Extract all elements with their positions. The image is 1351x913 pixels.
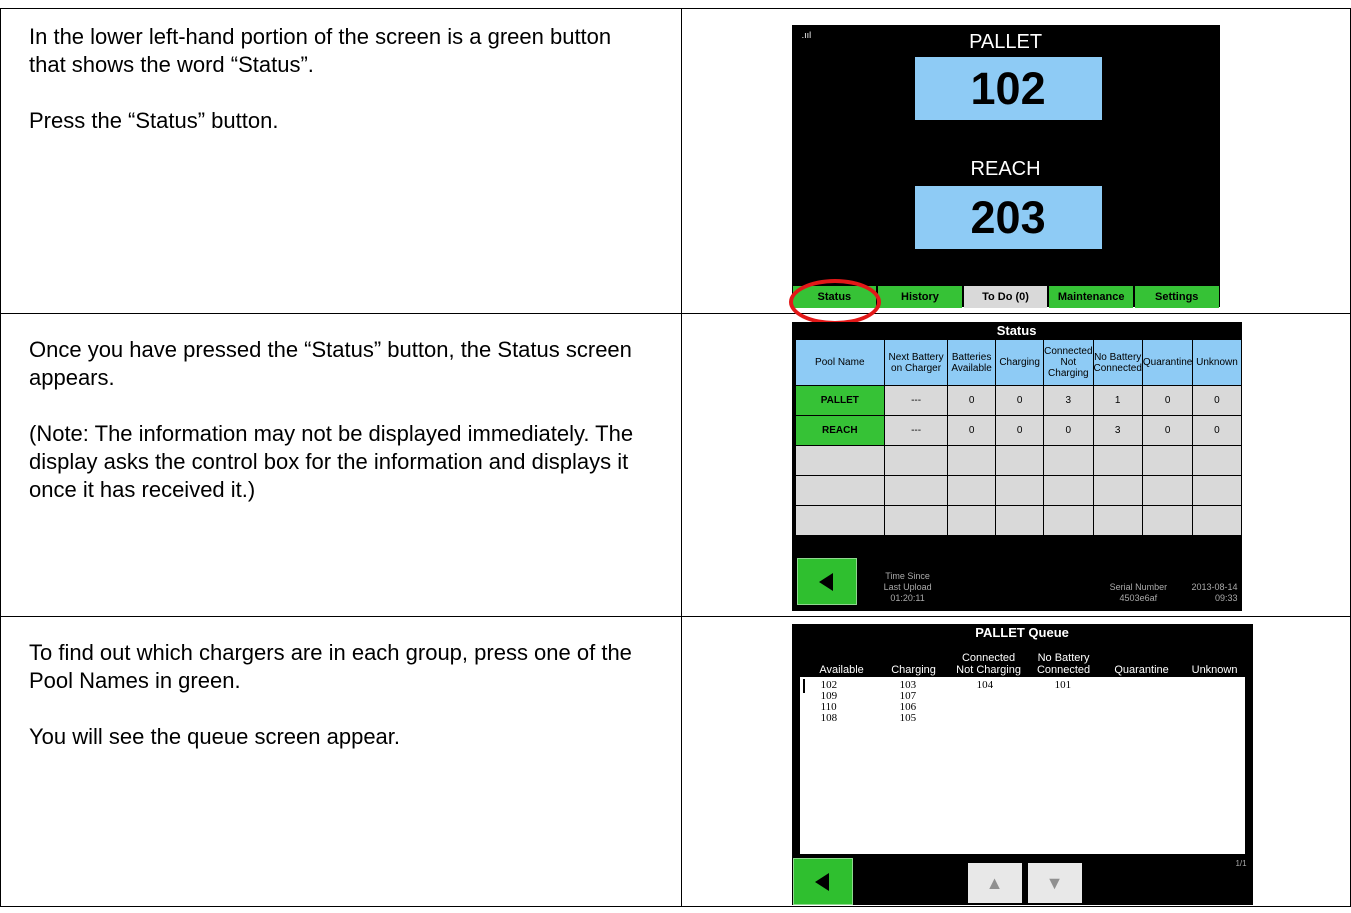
queue-column-no-battery: 101 [1055, 680, 1072, 691]
list-item: 101 [1054, 679, 1072, 691]
list-item: 108 [820, 712, 838, 724]
instruction-cell-2: Once you have pressed the “Status” butto… [0, 313, 682, 617]
table-cell: 3 [1043, 385, 1094, 416]
column-header: Batteries Available [947, 339, 997, 386]
table-cell: 1 [1092, 385, 1143, 416]
table-row-empty [794, 445, 1242, 476]
pool-label-pallet: PALLET [969, 31, 1043, 53]
back-button[interactable] [792, 858, 853, 905]
table-cell: 0 [947, 385, 997, 416]
table-cell: 0 [1141, 385, 1194, 416]
queue-screen: PALLET Queue Available Charging Connecte… [791, 624, 1253, 905]
screenshot-cell-3: PALLET Queue Available Charging Connecte… [680, 616, 1351, 907]
scroll-down-button[interactable]: ▼ [1027, 863, 1082, 903]
table-cell: 0 [1192, 415, 1242, 446]
column-header: Connected Not Charging [1043, 339, 1094, 386]
instruction-text: Once you have pressed the “Status” butto… [29, 337, 632, 390]
column-header: Pool Name [794, 339, 886, 386]
pool-name-button-reach[interactable]: REACH [794, 415, 886, 446]
instruction-cell-1: In the lower left-hand portion of the sc… [0, 8, 682, 314]
instruction-text: Press the “Status” button. [29, 108, 279, 133]
serial-number: Serial Number 4503e6af [1109, 582, 1168, 603]
instruction-text: In the lower left-hand portion of the sc… [29, 24, 612, 77]
queue-column-connected-not-charging: 104 [977, 680, 994, 691]
arrow-down-icon: ▼ [1045, 873, 1064, 893]
table-cell: --- [884, 415, 949, 446]
list-item: 105 [899, 712, 917, 724]
queue-list[interactable]: 102 109 110 108 103 107 106 105 104 101 [799, 677, 1245, 854]
queue-column-header: Available [819, 664, 864, 676]
instruction-text: You will see the queue screen appear. [29, 724, 401, 749]
column-header: Quarantine [1141, 339, 1194, 386]
table-cell: 0 [995, 415, 1045, 446]
table-cell: --- [884, 385, 949, 416]
list-item: 104 [976, 679, 994, 691]
column-header: No Battery Connected [1092, 339, 1143, 386]
table-row-empty [794, 475, 1242, 506]
date-time: 2013-08-14 09:33 [1191, 582, 1238, 603]
table-cell: 0 [1192, 385, 1242, 416]
tab-history[interactable]: History [878, 286, 962, 308]
table-cell: 0 [947, 415, 997, 446]
queue-column-header: Connected Not Charging [956, 652, 1021, 676]
queue-column-header: No Battery Connected [1036, 652, 1091, 676]
queue-column-charging: 103 107 106 105 [900, 680, 917, 724]
tab-todo[interactable]: To Do (0) [963, 286, 1048, 308]
instruction-cell-3: To find out which chargers are in each g… [0, 616, 682, 907]
queue-column-header: Charging [891, 664, 936, 676]
back-button[interactable] [796, 558, 857, 605]
pool-count-reach[interactable]: 203 [914, 186, 1102, 249]
screenshot-cell-2: Status Pool Name Next Battery on Charger… [680, 313, 1351, 617]
arrow-up-icon: ▲ [985, 873, 1004, 893]
queue-column-available: 102 109 110 108 [821, 680, 838, 724]
instruction-text: (Note: The information may not be displa… [29, 421, 634, 502]
scroll-up-button[interactable]: ▲ [967, 863, 1022, 903]
table-cell: 3 [1092, 415, 1143, 446]
home-screen: .ııl PALLET 102 REACH 203 Status History… [788, 25, 1220, 325]
screenshot-cell-1: .ııl PALLET 102 REACH 203 Status History… [680, 8, 1351, 325]
screen-title: PALLET Queue [975, 625, 1069, 640]
table-row: REACH --- 0 0 0 3 0 0 [794, 415, 1242, 446]
status-table: Pool Name Next Battery on Charger Batter… [794, 339, 1242, 536]
time-since-upload: Time Since Last Upload 01:20:11 [883, 571, 932, 603]
table-cell: 0 [1141, 415, 1194, 446]
table-row-empty [794, 505, 1242, 536]
instruction-table: In the lower left-hand portion of the sc… [0, 8, 1351, 907]
column-header: Unknown [1192, 339, 1242, 386]
page-indicator: 1/1 [1235, 859, 1247, 868]
column-header: Next Battery on Charger [884, 339, 949, 386]
instruction-text: To find out which chargers are in each g… [29, 640, 632, 693]
column-header: Charging [995, 339, 1045, 386]
queue-column-header: Unknown [1191, 664, 1238, 676]
text-cursor [802, 679, 805, 693]
pool-name-button-pallet[interactable]: PALLET [794, 385, 886, 416]
table-row: PALLET --- 0 0 3 1 0 0 [794, 385, 1242, 416]
pool-count-pallet[interactable]: 102 [914, 57, 1102, 120]
tab-settings[interactable]: Settings [1134, 286, 1219, 308]
screen-title: Status [996, 323, 1037, 338]
queue-column-header: Quarantine [1114, 664, 1169, 676]
table-header-row: Pool Name Next Battery on Charger Batter… [794, 339, 1242, 386]
status-screen: Status Pool Name Next Battery on Charger… [791, 322, 1242, 611]
pool-label-reach: REACH [970, 158, 1041, 180]
tab-maintenance[interactable]: Maintenance [1049, 286, 1133, 308]
table-cell: 0 [1043, 415, 1094, 446]
table-cell: 0 [995, 385, 1045, 416]
